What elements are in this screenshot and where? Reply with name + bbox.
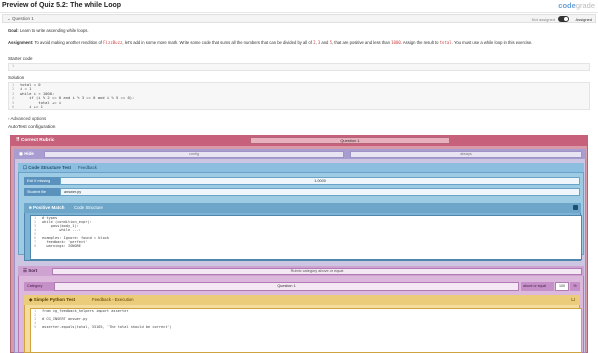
codegrade-logo: codegrade (558, 1, 595, 10)
percent-sign: % (570, 282, 580, 291)
percent-input[interactable]: 100 (555, 282, 569, 291)
assigned-label: Assigned (575, 16, 592, 22)
sort-mode-select[interactable]: Rubric category above or equal (52, 267, 582, 275)
advanced-options-toggle[interactable]: › Advanced options (8, 116, 46, 121)
trash-icon[interactable]: ⊔ (571, 297, 575, 303)
question-bar[interactable]: ⌄ Question 1 Not assigned Assigned (2, 14, 596, 23)
correct-rubric-header: ⠿ Correct Rubric Question 1 (10, 135, 588, 146)
correct-rubric-title: ⠿ Correct Rubric (16, 137, 55, 143)
positive-match-editor[interactable]: 1 # types 2 while (condition_expr): 3 pass… (30, 215, 582, 260)
python-test-editor[interactable]: 1 from cg_feedback_helpers import asserte… (30, 308, 582, 353)
code-structure-header: ☐ Code Structure Test Feedback (18, 163, 584, 173)
category-select[interactable]: Question 1 (54, 282, 519, 291)
hide-config-select[interactable]: config (44, 150, 344, 158)
hide-always-select[interactable]: always (350, 150, 582, 158)
sort-title: ☰ Sort (23, 268, 38, 273)
python-test-header: ◆ Simple Python Test Feedback - Executio… (24, 295, 580, 305)
python-test-feedback-tab[interactable]: Feedback - Execution (92, 297, 134, 302)
starter-code-editor[interactable]: 1 (8, 63, 590, 71)
exit-if-missing-label: Exit if missing (24, 177, 60, 185)
python-test-title: ◆ Simple Python Test (29, 297, 76, 302)
hide-header: ◉ Hide config always (14, 149, 586, 159)
student-file-label: Student file (24, 188, 60, 196)
positive-match-feedback-tab[interactable]: Code Structure (74, 205, 103, 210)
question-label[interactable]: ⌄ Question 1 (7, 16, 34, 22)
comment-icon[interactable] (573, 205, 578, 210)
starter-code-label: Starter code (8, 56, 33, 61)
solution-label: Solution (8, 75, 25, 80)
exit-if-missing-row: Exit if missing 1.0000 (24, 177, 580, 185)
positive-match-title: ■ Positive Match (29, 205, 65, 210)
category-row: Category Question 1 above or equal 100 % (24, 282, 580, 291)
assigned-toggle[interactable] (558, 16, 569, 22)
student-file-input[interactable]: answer.py (60, 188, 580, 196)
hide-title: ◉ Hide (19, 151, 34, 156)
exit-if-missing-input[interactable]: 1.0000 (60, 177, 580, 185)
autotest-configuration-label: AutoTest configuration (8, 125, 56, 130)
rubric-question-select[interactable]: Question 1 (250, 137, 450, 144)
student-file-row: Student file answer.py (24, 188, 580, 196)
above-or-equal-label: above or equal (521, 282, 554, 291)
positive-match-header: ■ Positive Match Code Structure (24, 203, 581, 213)
sort-header: ☰ Sort Rubric category above or equal (18, 266, 584, 276)
code-structure-feedback-tab[interactable]: Feedback (78, 165, 97, 170)
assignment-text: Assignment: To avoid making another rend… (8, 40, 533, 45)
code-structure-title: ☐ Code Structure Test (23, 165, 71, 170)
category-label: Category (24, 282, 54, 291)
not-assigned-label: Not assigned (531, 16, 555, 22)
solution-code-editor[interactable]: 1 total = 0 2i = 1 3 while i < 1000: 4 if … (8, 82, 590, 110)
app-header: Preview of Quiz 5.2: The while Loop code… (0, 0, 598, 13)
page-title: Preview of Quiz 5.2: The while Loop (2, 2, 122, 9)
goal-text: Goal: Learn to write ascending while loo… (8, 28, 89, 33)
